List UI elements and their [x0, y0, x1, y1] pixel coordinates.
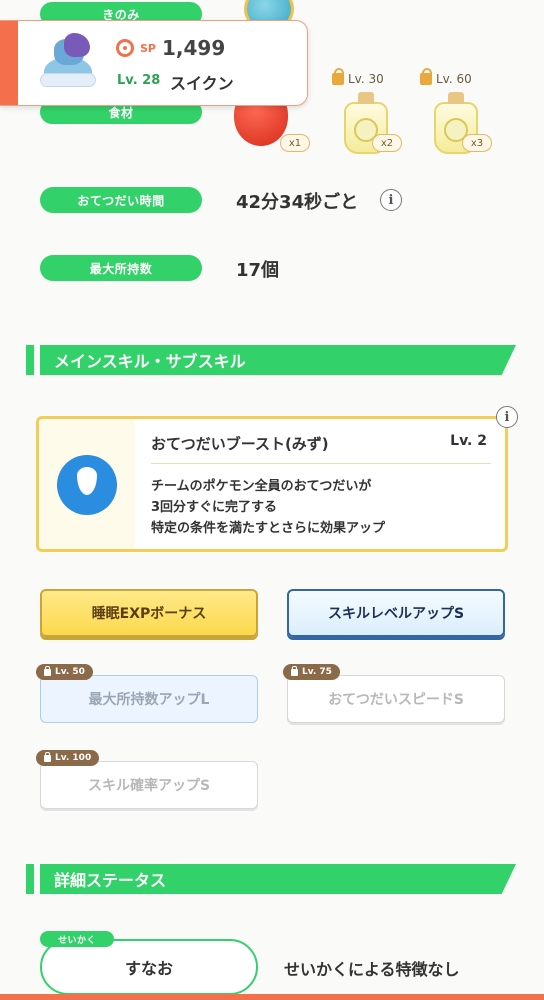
- lock-icon: [291, 665, 298, 676]
- pokemon-level: Lv. 28: [117, 73, 161, 88]
- main-skill-name: おてつだいブースト(みず): [151, 435, 329, 453]
- unlock-level-text: Lv. 30: [348, 72, 384, 86]
- main-skill-card[interactable]: おてつだいブースト(みず) Lv. 2 チームのポケモン全員のおてつだいが 3回…: [36, 416, 508, 552]
- unlock-level: Lv. 30: [332, 68, 384, 86]
- lock-icon: [44, 751, 51, 762]
- subskill-unlock-tag: Lv. 100: [36, 750, 100, 766]
- nature-tag: せいかく: [40, 931, 114, 947]
- subskill-label: 最大所持数アップL: [88, 692, 210, 708]
- lock-icon: [332, 68, 344, 85]
- strength-value: 1,499: [162, 36, 226, 60]
- subskill-unlock-tag: Lv. 50: [36, 664, 93, 680]
- detail-section-header: 詳細ステータス: [26, 864, 516, 894]
- section-title: メインスキル・サブスキル: [54, 352, 246, 371]
- subskill-unlock-tag: Lv. 75: [283, 664, 340, 680]
- lock-icon: [44, 665, 51, 676]
- subskill-label: スキルレベルアップS: [327, 606, 465, 622]
- subskill-label: 睡眠EXPボーナス: [91, 606, 207, 622]
- lock-icon: [420, 68, 432, 85]
- help-time-value: 42分34秒ごと: [236, 192, 359, 213]
- unlock-level-text: Lv. 60: [436, 72, 472, 86]
- ingredient-slot-3[interactable]: Lv. 60 x3: [416, 68, 496, 154]
- info-icon[interactable]: i: [380, 189, 402, 211]
- nature-effect: せいかくによる特徴なし: [284, 960, 460, 979]
- nature-value: すなお: [124, 959, 173, 978]
- main-skill-desc-2: 3回分すぐに完了する: [151, 500, 278, 515]
- pokemon-name: スイクン: [170, 74, 234, 93]
- subskill-skill-level-up-s[interactable]: スキルレベルアップS: [287, 589, 505, 637]
- skill-info-icon[interactable]: i: [496, 406, 518, 428]
- subskill-label: おてつだいスピードS: [328, 692, 464, 708]
- sp-label: SP: [140, 42, 156, 55]
- main-skill-desc-3: 特定の条件を満たすとさらに効果アップ: [151, 521, 386, 536]
- pokeball-icon: [116, 39, 134, 57]
- subskill-inventory-up-l[interactable]: 最大所持数アップL: [40, 675, 258, 723]
- max-carry-label: 最大所持数: [40, 255, 202, 281]
- main-skill-level: Lv. 2: [450, 433, 487, 449]
- max-carry-value: 17個: [236, 260, 280, 281]
- help-time-label: おてつだい時間: [40, 187, 202, 213]
- section-title: 詳細ステータス: [54, 871, 167, 890]
- subskill-sleep-exp-bonus[interactable]: 睡眠EXPボーナス: [40, 589, 258, 637]
- skills-section-header: メインスキル・サブスキル: [26, 345, 516, 375]
- ingredient-count: x3: [462, 134, 492, 152]
- subskill-label: スキル確率アップS: [87, 778, 211, 794]
- unlock-level: Lv. 60: [420, 68, 472, 86]
- water-drop-icon: [57, 455, 117, 515]
- main-skill-desc-1: チームのポケモン全員のおてつだいが: [151, 479, 372, 494]
- ingredient-count: x2: [372, 134, 402, 152]
- subskill-skill-trigger-up-s[interactable]: スキル確率アップS: [40, 761, 258, 809]
- ingredient-count: x1: [280, 134, 310, 152]
- pokemon-summary-card[interactable]: SP 1,499 Lv. 28 スイクン: [0, 20, 308, 106]
- ingredient-slot-2[interactable]: Lv. 30 x2: [326, 68, 406, 154]
- pokemon-sprite: [36, 29, 102, 95]
- nature-box[interactable]: すなお: [40, 939, 258, 995]
- subskill-helping-speed-s[interactable]: おてつだいスピードS: [287, 675, 505, 723]
